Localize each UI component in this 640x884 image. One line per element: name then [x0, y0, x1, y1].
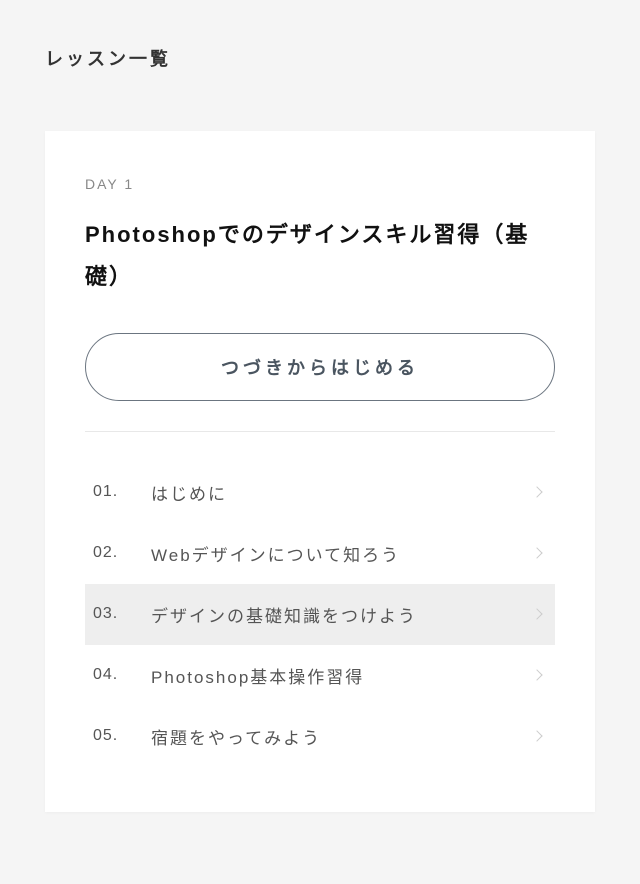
lesson-row[interactable]: 05.宿題をやってみよう — [85, 706, 555, 767]
lesson-row[interactable]: 01.はじめに — [85, 462, 555, 523]
lesson-title: はじめに — [151, 480, 533, 505]
lesson-list: 01.はじめに02.Webデザインについて知ろう03.デザインの基礎知識をつけよ… — [85, 462, 555, 767]
chevron-right-icon — [531, 608, 542, 619]
chevron-right-icon — [531, 730, 542, 741]
lesson-number: 01. — [93, 483, 151, 501]
chevron-right-icon — [531, 486, 542, 497]
lesson-row[interactable]: 04.Photoshop基本操作習得 — [85, 645, 555, 706]
divider — [85, 431, 555, 432]
day-label: DAY 1 — [85, 176, 555, 192]
course-title: Photoshopでのデザインスキル習得（基礎） — [85, 214, 555, 298]
page-title: レッスン一覧 — [45, 45, 595, 71]
lesson-title: Webデザインについて知ろう — [151, 541, 533, 566]
lesson-number: 05. — [93, 727, 151, 745]
lesson-title: 宿題をやってみよう — [151, 724, 533, 749]
lesson-title: Photoshop基本操作習得 — [151, 663, 533, 688]
lesson-card: DAY 1 Photoshopでのデザインスキル習得（基礎） つづきからはじめる… — [45, 131, 595, 812]
lesson-number: 02. — [93, 544, 151, 562]
lesson-number: 03. — [93, 605, 151, 623]
lesson-title: デザインの基礎知識をつけよう — [151, 602, 533, 627]
chevron-right-icon — [531, 669, 542, 680]
continue-button[interactable]: つづきからはじめる — [85, 333, 555, 401]
lesson-row[interactable]: 03.デザインの基礎知識をつけよう — [85, 584, 555, 645]
lesson-number: 04. — [93, 666, 151, 684]
chevron-right-icon — [531, 547, 542, 558]
lesson-row[interactable]: 02.Webデザインについて知ろう — [85, 523, 555, 584]
